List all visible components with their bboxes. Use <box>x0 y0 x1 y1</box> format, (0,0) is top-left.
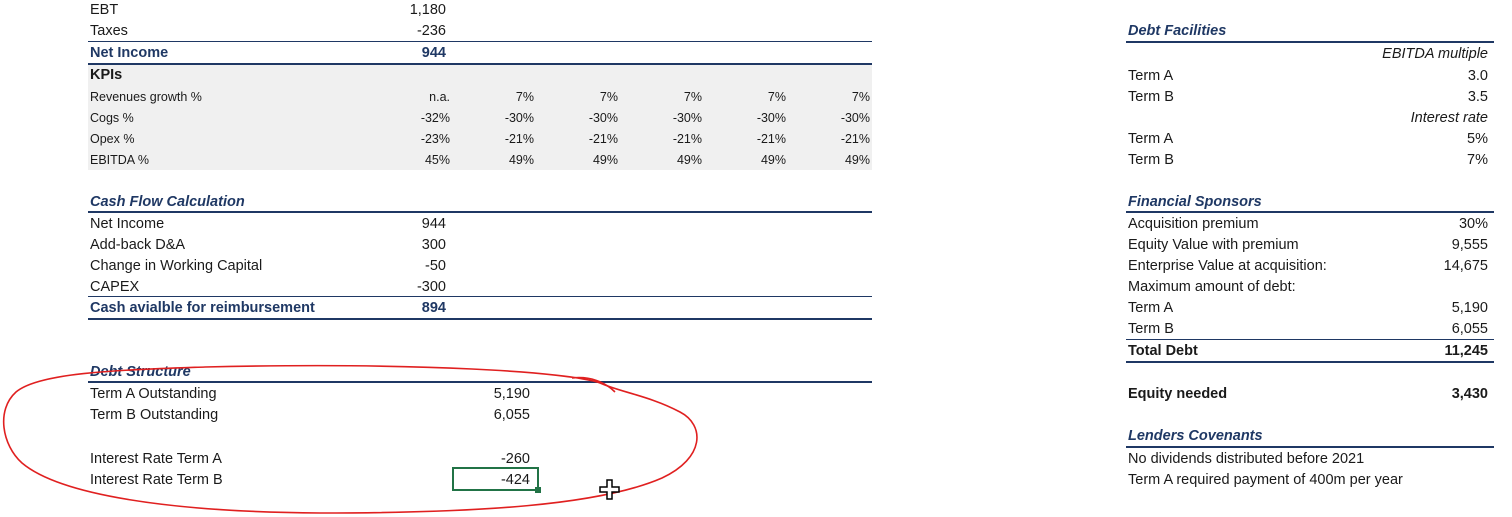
divider <box>1126 211 1494 213</box>
divider <box>88 381 872 383</box>
kpi-cell[interactable]: -30% <box>548 109 618 127</box>
term-b-outstanding-label[interactable]: Term B Outstanding <box>90 406 218 424</box>
kpi-cell[interactable]: 49% <box>716 151 786 169</box>
term-a-outstanding-label[interactable]: Term A Outstanding <box>90 385 217 403</box>
cashflow-row-value[interactable]: 944 <box>380 215 446 233</box>
term-a-outstanding-value[interactable]: 5,190 <box>460 385 530 403</box>
kpi-cell[interactable]: 49% <box>800 151 870 169</box>
divider <box>88 296 872 297</box>
sponsor-row-value[interactable]: 9,555 <box>1400 236 1488 254</box>
facility-label[interactable]: Term A <box>1128 130 1173 148</box>
cash-available-value[interactable]: 894 <box>380 299 446 317</box>
interest-term-a-value[interactable]: -260 <box>460 450 530 468</box>
facility-label[interactable]: Term A <box>1128 67 1173 85</box>
kpi-row-label[interactable]: Cogs % <box>90 109 134 127</box>
cashflow-row-value[interactable]: -50 <box>380 257 446 275</box>
covenant-item[interactable]: No dividends distributed before 2021 <box>1128 450 1364 468</box>
sponsor-row-value[interactable]: 6,055 <box>1400 320 1488 338</box>
kpi-cell[interactable]: -21% <box>464 130 534 148</box>
kpi-cell[interactable]: -30% <box>632 109 702 127</box>
kpi-title[interactable]: KPIs <box>90 66 122 84</box>
kpi-cell[interactable]: 7% <box>548 88 618 106</box>
divider <box>1126 446 1494 448</box>
interest-term-b-value[interactable]: -424 <box>460 471 530 489</box>
kpi-row-label[interactable]: Opex % <box>90 130 134 148</box>
cursor-cross-icon <box>599 479 620 500</box>
kpi-cell[interactable]: n.a. <box>380 88 450 106</box>
divider <box>1126 339 1494 340</box>
kpi-row-label[interactable]: EBITDA % <box>90 151 149 169</box>
kpi-cell[interactable]: -30% <box>716 109 786 127</box>
sponsor-row-label[interactable]: Enterprise Value at acquisition: <box>1128 257 1327 275</box>
kpi-cell[interactable]: 7% <box>632 88 702 106</box>
cashflow-row-label[interactable]: CAPEX <box>90 278 139 296</box>
ebitda-multiple-header[interactable]: EBITDA multiple <box>1300 45 1488 63</box>
kpi-cell[interactable]: -30% <box>464 109 534 127</box>
kpi-cell[interactable]: -21% <box>800 130 870 148</box>
sponsor-row-value[interactable]: 14,675 <box>1400 257 1488 275</box>
divider <box>88 318 872 320</box>
cashflow-row-value[interactable]: -300 <box>380 278 446 296</box>
ebt-label[interactable]: EBT <box>90 1 118 19</box>
cashflow-row-label[interactable]: Net Income <box>90 215 164 233</box>
lenders-covenants-title[interactable]: Lenders Covenants <box>1128 427 1263 445</box>
kpi-cell[interactable]: 49% <box>464 151 534 169</box>
divider <box>1126 41 1494 43</box>
divider <box>88 41 872 42</box>
facility-label[interactable]: Term B <box>1128 88 1174 106</box>
cashflow-row-label[interactable]: Add-back D&A <box>90 236 185 254</box>
financial-sponsors-title[interactable]: Financial Sponsors <box>1128 193 1262 211</box>
kpi-cell[interactable]: -32% <box>380 109 450 127</box>
cashflow-title[interactable]: Cash Flow Calculation <box>90 193 245 211</box>
divider <box>1126 361 1494 363</box>
sponsor-row-label[interactable]: Term B <box>1128 320 1174 338</box>
total-debt-label[interactable]: Total Debt <box>1128 342 1198 360</box>
sponsor-row-value[interactable]: 30% <box>1400 215 1488 233</box>
facility-value[interactable]: 3.0 <box>1400 67 1488 85</box>
facility-value[interactable]: 7% <box>1400 151 1488 169</box>
net-income-value[interactable]: 944 <box>380 44 446 62</box>
debt-structure-title[interactable]: Debt Structure <box>90 363 191 381</box>
kpi-cell[interactable]: -21% <box>716 130 786 148</box>
kpi-cell[interactable]: 45% <box>380 151 450 169</box>
facility-value[interactable]: 3.5 <box>1400 88 1488 106</box>
kpi-cell[interactable]: -21% <box>548 130 618 148</box>
taxes-label[interactable]: Taxes <box>90 22 128 40</box>
interest-rate-header[interactable]: Interest rate <box>1300 109 1488 127</box>
fill-handle[interactable] <box>535 487 541 493</box>
facility-value[interactable]: 5% <box>1400 130 1488 148</box>
taxes-value[interactable]: -236 <box>380 22 446 40</box>
cashflow-row-value[interactable]: 300 <box>380 236 446 254</box>
equity-needed-value[interactable]: 3,430 <box>1400 385 1488 403</box>
kpi-cell[interactable]: 7% <box>800 88 870 106</box>
net-income-label[interactable]: Net Income <box>90 44 168 62</box>
sponsor-row-label[interactable]: Equity Value with premium <box>1128 236 1299 254</box>
kpi-cell[interactable]: -21% <box>632 130 702 148</box>
kpi-cell[interactable]: 7% <box>464 88 534 106</box>
kpi-cell[interactable]: -23% <box>380 130 450 148</box>
sponsor-row-label[interactable]: Acquisition premium <box>1128 215 1259 233</box>
equity-needed-label[interactable]: Equity needed <box>1128 385 1227 403</box>
facility-label[interactable]: Term B <box>1128 151 1174 169</box>
interest-term-a-label[interactable]: Interest Rate Term A <box>90 450 222 468</box>
kpi-cell[interactable]: -30% <box>800 109 870 127</box>
sponsor-row-label[interactable]: Maximum amount of debt: <box>1128 278 1296 296</box>
interest-term-b-label[interactable]: Interest Rate Term B <box>90 471 223 489</box>
covenant-item[interactable]: Term A required payment of 400m per year <box>1128 471 1403 489</box>
kpi-row-label[interactable]: Revenues growth % <box>90 88 202 106</box>
ebt-value[interactable]: 1,180 <box>380 1 446 19</box>
kpi-cell[interactable]: 49% <box>548 151 618 169</box>
cash-available-label[interactable]: Cash avialble for reimbursement <box>90 299 315 317</box>
kpi-cell[interactable]: 49% <box>632 151 702 169</box>
debt-facilities-title[interactable]: Debt Facilities <box>1128 22 1226 40</box>
sponsor-row-value[interactable]: 5,190 <box>1400 299 1488 317</box>
cashflow-row-label[interactable]: Change in Working Capital <box>90 257 262 275</box>
total-debt-value[interactable]: 11,245 <box>1400 342 1488 360</box>
term-b-outstanding-value[interactable]: 6,055 <box>460 406 530 424</box>
sponsor-row-label[interactable]: Term A <box>1128 299 1173 317</box>
kpi-cell[interactable]: 7% <box>716 88 786 106</box>
divider <box>88 211 872 213</box>
